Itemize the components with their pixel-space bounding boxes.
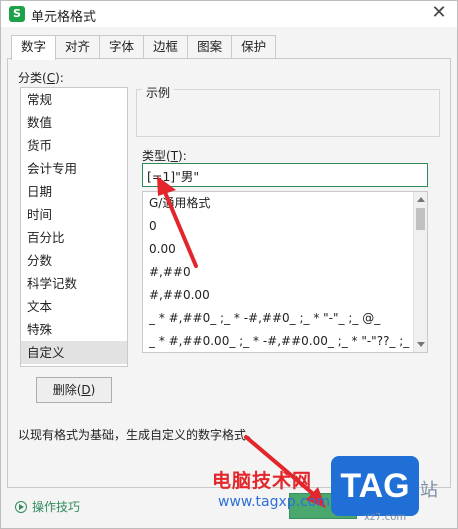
- tips-label: 操作技巧: [32, 500, 81, 514]
- scroll-thumb[interactable]: [416, 208, 425, 230]
- format-description: 以现有格式为基础，生成自定义的数字格式。: [18, 428, 259, 442]
- tab-pattern[interactable]: 图案: [187, 35, 233, 59]
- category-item-text[interactable]: 文本: [21, 295, 127, 318]
- watermark-tail-url: xz7.com: [364, 512, 407, 523]
- type-label: 类型(T):: [142, 149, 187, 163]
- format-item[interactable]: G/通用格式: [143, 192, 427, 215]
- tab-panel-number: 分类(C): 常规 数值 货币 会计专用 日期 时间 百分比 分数 科学记数 文…: [7, 58, 451, 488]
- category-item-number[interactable]: 数值: [21, 111, 127, 134]
- category-item-general[interactable]: 常规: [21, 88, 127, 111]
- format-item[interactable]: _ * #,##0_ ;_ * -#,##0_ ;_ * "-"_ ;_ @_: [143, 307, 427, 330]
- category-item-accounting[interactable]: 会计专用: [21, 157, 127, 180]
- sample-box: [136, 89, 440, 137]
- type-input[interactable]: [=1]"男": [142, 163, 428, 187]
- tab-alignment[interactable]: 对齐: [55, 35, 101, 59]
- watermark-url: www.tagxp.com: [218, 494, 330, 510]
- tips-link[interactable]: 操作技巧: [15, 498, 80, 515]
- category-item-percentage[interactable]: 百分比: [21, 226, 127, 249]
- format-item[interactable]: #,##0: [143, 261, 427, 284]
- category-item-date[interactable]: 日期: [21, 180, 127, 203]
- format-list-scrollbar[interactable]: [413, 192, 427, 352]
- tab-font[interactable]: 字体: [99, 35, 145, 59]
- sample-label: 示例: [142, 84, 175, 101]
- watermark-title: 电脑技术网: [212, 470, 313, 492]
- format-cells-dialog: S 单元格格式 ✕ 数字 对齐 字体 边框 图案 保护 分类(C): 常规 数值…: [0, 0, 458, 529]
- watermark-logo: TAG: [331, 456, 419, 516]
- watermark-tail: 站: [420, 480, 438, 501]
- category-list[interactable]: 常规 数值 货币 会计专用 日期 时间 百分比 分数 科学记数 文本 特殊 自定…: [20, 87, 128, 367]
- format-list[interactable]: G/通用格式 0 0.00 #,##0 #,##0.00 _ * #,##0_ …: [142, 191, 428, 353]
- scroll-up-icon[interactable]: [417, 197, 425, 202]
- category-item-custom[interactable]: 自定义: [21, 341, 127, 364]
- tab-bar: 数字 对齐 字体 边框 图案 保护: [11, 35, 277, 60]
- title-bar: S 单元格格式 ✕: [1, 1, 457, 27]
- category-item-special[interactable]: 特殊: [21, 318, 127, 341]
- category-item-currency[interactable]: 货币: [21, 134, 127, 157]
- delete-button[interactable]: 删除(D): [36, 377, 112, 403]
- category-label: 分类(C):: [18, 71, 64, 85]
- format-item[interactable]: #,##0.00: [143, 284, 427, 307]
- category-item-fraction[interactable]: 分数: [21, 249, 127, 272]
- dialog-title: 单元格格式: [31, 10, 97, 25]
- play-circle-icon: [15, 500, 27, 513]
- wps-app-icon: S: [9, 6, 25, 22]
- format-item[interactable]: 0.00: [143, 238, 427, 261]
- tab-protection[interactable]: 保护: [231, 35, 277, 59]
- scroll-down-icon[interactable]: [417, 342, 425, 347]
- format-item[interactable]: 0: [143, 215, 427, 238]
- close-icon[interactable]: ✕: [429, 3, 449, 23]
- category-item-time[interactable]: 时间: [21, 203, 127, 226]
- category-item-scientific[interactable]: 科学记数: [21, 272, 127, 295]
- format-item[interactable]: _ * #,##0.00_ ;_ * -#,##0.00_ ;_ * "-"??…: [143, 330, 427, 352]
- tab-border[interactable]: 边框: [143, 35, 189, 59]
- tab-number[interactable]: 数字: [11, 35, 57, 60]
